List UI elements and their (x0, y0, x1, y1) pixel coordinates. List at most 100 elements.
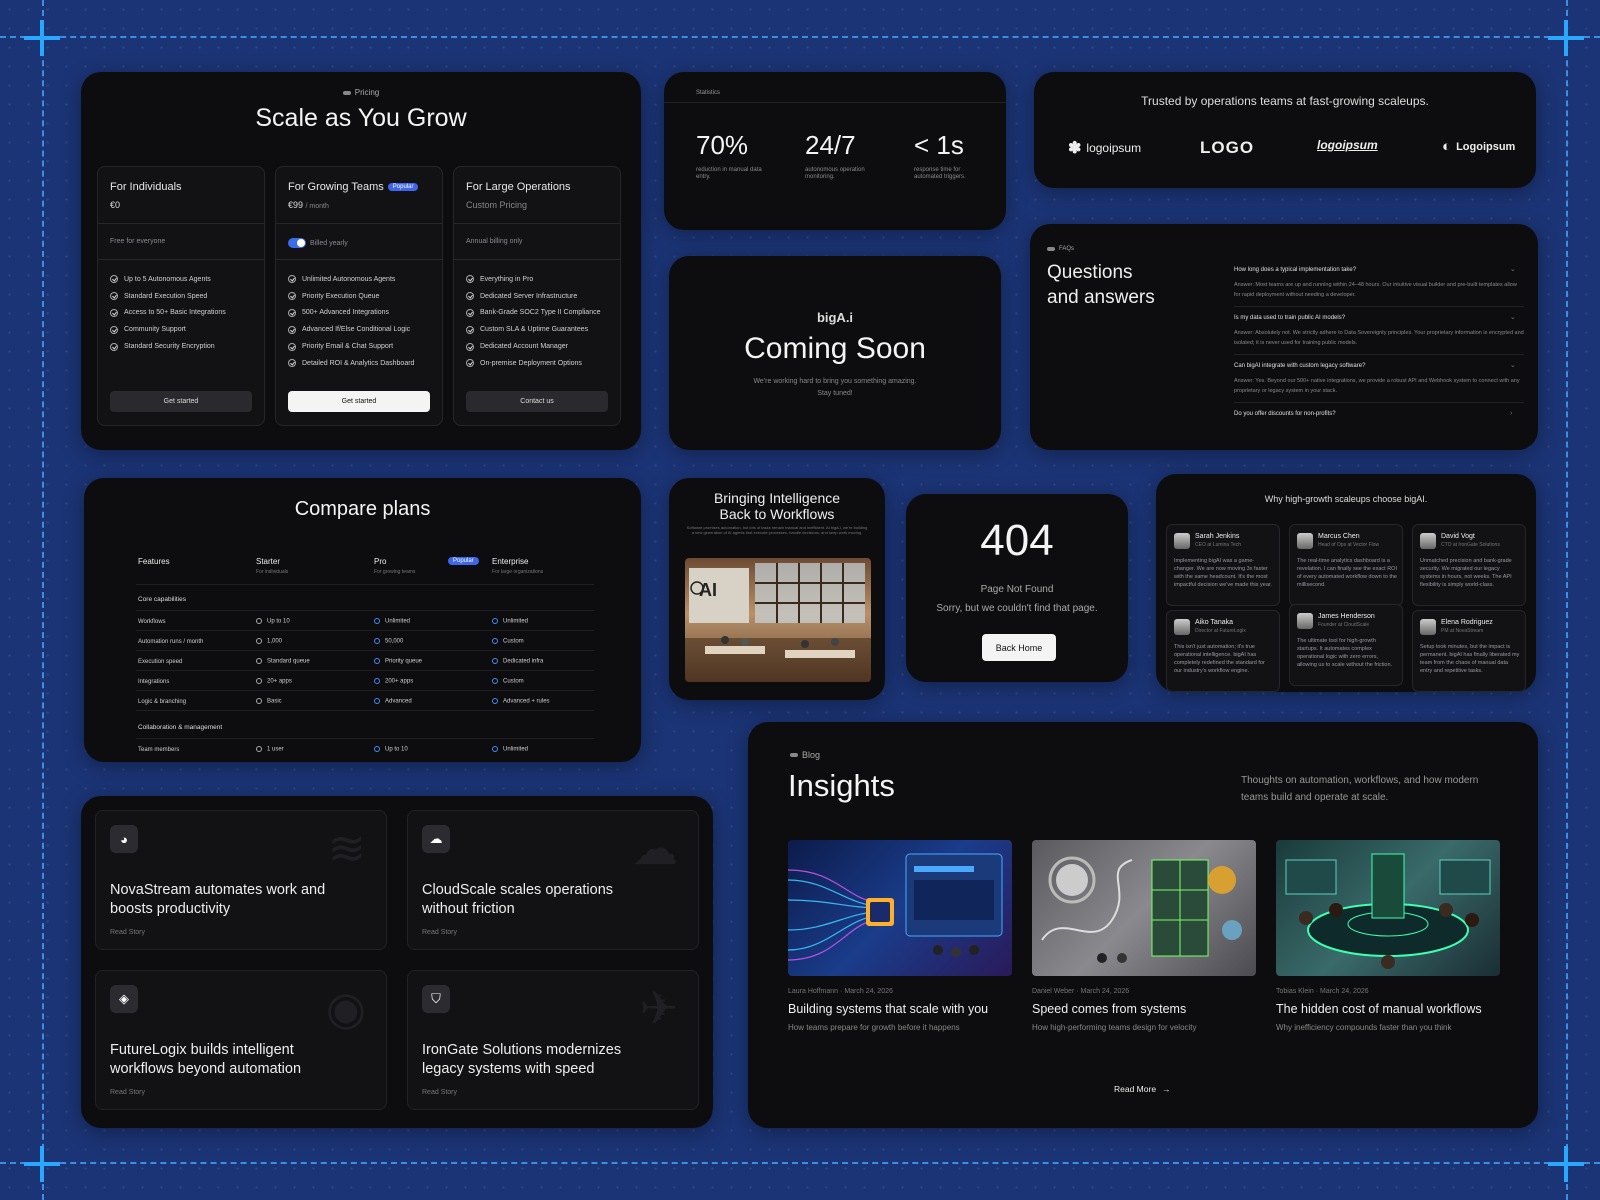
stat-item: < 1s response time for automated triggers… (914, 130, 984, 181)
billing-toggle-row: Billed yearly (288, 238, 348, 248)
feature-label: Community Support (124, 326, 186, 334)
check-icon (374, 678, 380, 684)
check-icon (466, 342, 474, 351)
chevron-down-icon[interactable]: ⌄ (1510, 313, 1516, 321)
avatar (1420, 533, 1436, 549)
feature-item: Standard Execution Speed (110, 288, 226, 305)
check-icon (466, 292, 474, 301)
chevron-right-icon[interactable]: › (1510, 410, 1512, 417)
cell-value: Advanced (385, 698, 412, 705)
case-study-card[interactable]: ✈ ⛉ IronGate Solutions modernizes legacy… (407, 970, 699, 1110)
pricing-tag-label: Pricing (354, 88, 380, 97)
author-name: Elena Rodriguez (1441, 619, 1493, 626)
feature-label: Everything in Pro (480, 275, 534, 283)
popular-badge: Popular (448, 557, 479, 565)
faq-card: FAQs Questions and answers How long does … (1030, 224, 1538, 450)
coming-soon-text: We're working hard to bring you somethin… (753, 378, 917, 385)
faq-question[interactable]: Is my data used to train public AI model… (1234, 315, 1345, 321)
cell: Unlimited (492, 746, 528, 753)
divider (98, 259, 264, 260)
avatar (1174, 619, 1190, 635)
testimonial-text: The ultimate tool for high-growth startu… (1297, 638, 1393, 668)
case-study-card[interactable]: ◉ ◈ FutureLogix builds intelligent workf… (95, 970, 387, 1110)
contact-us-button[interactable]: Contact us (466, 391, 608, 412)
feature-label: Up to 5 Autonomous Agents (124, 275, 211, 283)
globe-icon: ◐ (1442, 138, 1452, 155)
feature-item: Detailed ROI & Analytics Dashboard (288, 355, 414, 372)
cell-value: Up to 10 (385, 746, 408, 753)
cell-value: Unlimited (503, 746, 529, 753)
case-study-card[interactable]: ☁ ☁ CloudScale scales operations without… (407, 810, 699, 950)
read-story-link[interactable]: Read Story (110, 929, 145, 936)
billing-toggle[interactable] (288, 238, 306, 248)
blog-post[interactable]: Daniel Weber · March 24, 2026 Speed come… (1032, 840, 1256, 1032)
blog-tag-label: Blog (802, 750, 821, 760)
cell: 1,000 (256, 638, 282, 645)
logos-title: Trusted by operations teams at fast-grow… (1141, 94, 1429, 108)
plan-price-value: €99 (288, 200, 304, 210)
faq-answer: Answer: Most teams are up and running wi… (1234, 282, 1517, 298)
faq-tag: FAQs (1047, 246, 1074, 252)
post-illustration (788, 853, 1003, 961)
feature-item: Priority Email & Chat Support (288, 338, 414, 355)
check-icon (110, 342, 118, 351)
check-icon (256, 698, 262, 704)
column-header: Starter (256, 557, 281, 566)
shield-icon: ⛉ (422, 985, 450, 1013)
author-role: PM at NovaStream (1441, 628, 1484, 634)
guide-line (0, 36, 1600, 38)
section-label: Core capabilities (138, 596, 187, 603)
case-title: FutureLogix builds intelligent workflows… (110, 1042, 302, 1077)
faq-question[interactable]: Can bigAI integrate with custom legacy s… (1234, 363, 1365, 369)
read-story-link[interactable]: Read Story (422, 1089, 457, 1096)
feature-label: 500+ Advanced Integrations (302, 309, 389, 317)
plan-price: Custom Pricing (466, 200, 528, 210)
feature-label: Bank-Grade SOC2 Type II Compliance (480, 309, 601, 317)
read-story-link[interactable]: Read Story (422, 929, 457, 936)
testimonial-text: The real-time analytics dashboard is a r… (1297, 558, 1397, 588)
get-started-button[interactable]: Get started (110, 391, 252, 412)
read-more-link[interactable]: Read More → (1114, 1084, 1171, 1094)
coming-soon-text: Stay tuned! (817, 390, 853, 397)
back-home-button[interactable]: Back Home (982, 634, 1056, 661)
avatar (1297, 533, 1313, 549)
blog-post[interactable]: Tobias Klein · March 24, 2026 The hidden… (1276, 840, 1500, 1032)
chevron-down-icon[interactable]: ⌄ (1510, 265, 1516, 273)
check-icon (492, 638, 498, 644)
hero-card: Bringing Intelligence Back to Workflows S… (669, 478, 885, 700)
get-started-button[interactable]: Get started (288, 391, 430, 412)
divider (1234, 354, 1524, 355)
faq-title-line: and answers (1047, 287, 1155, 308)
blog-card: Blog Insights Thoughts on automation, wo… (748, 722, 1538, 1128)
cell: Unlimited (374, 618, 410, 625)
cell-value: Up to 10 (267, 618, 290, 625)
faq-question[interactable]: How long does a typical implementation t… (1234, 267, 1356, 273)
check-icon (374, 618, 380, 624)
cell: 50,000 (374, 638, 403, 645)
case-title: CloudScale scales operations without fri… (422, 882, 614, 917)
column-header: Features (138, 557, 170, 566)
post-date: March 24, 2026 (1080, 988, 1130, 995)
read-story-link[interactable]: Read Story (110, 1089, 145, 1096)
cell-value: Advanced + rules (503, 698, 550, 705)
case-study-card[interactable]: ≋ ◕ NovaStream automates work and boosts… (95, 810, 387, 950)
faq-question[interactable]: Do you offer discounts for non-profits? (1234, 411, 1336, 417)
check-icon (466, 359, 474, 368)
avatar (1297, 613, 1313, 629)
arrow-right-icon: → (1162, 1084, 1171, 1094)
feature-item: Up to 5 Autonomous Agents (110, 271, 226, 288)
cell: Up to 10 (256, 618, 290, 625)
feature-item: Community Support (110, 321, 226, 338)
feature-label: Advanced If/Else Conditional Logic (302, 326, 411, 334)
check-icon (110, 325, 118, 334)
blog-intro: Thoughts on automation, workflows, and h… (1241, 775, 1479, 803)
feature-item: Bank-Grade SOC2 Type II Compliance (466, 305, 600, 322)
check-icon (256, 746, 262, 752)
blog-post[interactable]: Laura Hoffmann · March 24, 2026 Building… (788, 840, 1012, 1032)
check-icon (110, 292, 118, 301)
stat-item: 24/7 autonomous operation monitoring. (805, 130, 875, 181)
check-icon (374, 746, 380, 752)
chevron-down-icon[interactable]: ⌄ (1510, 361, 1516, 369)
stat-item: 70% reduction in manual data entry. (696, 130, 766, 181)
partner-logo: ✽ logoipsum (1068, 138, 1141, 158)
